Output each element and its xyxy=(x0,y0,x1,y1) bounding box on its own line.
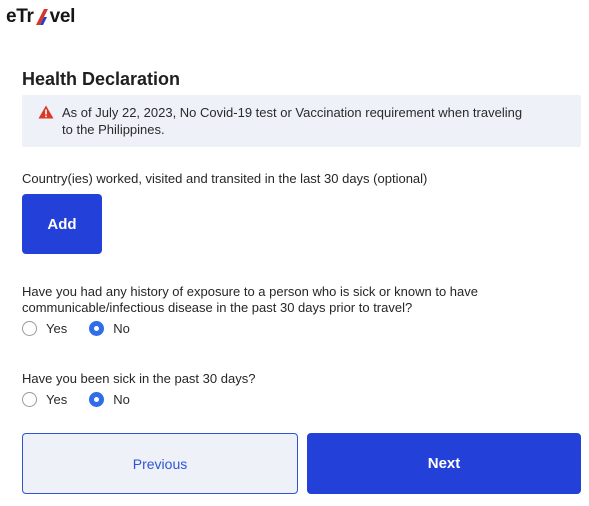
travel-alert: As of July 22, 2023, No Covid-19 test or… xyxy=(22,95,581,147)
countries-question: Country(ies) worked, visited and transit… xyxy=(22,171,428,186)
page-title: Health Declaration xyxy=(22,69,181,89)
add-country-button[interactable]: Add xyxy=(22,194,102,254)
exposure-yes-radio[interactable] xyxy=(22,321,37,336)
sick-question: Have you been sick in the past 30 days? xyxy=(22,371,256,386)
exposure-option-yes[interactable]: Yes xyxy=(22,321,67,336)
logo-text-start: eTr xyxy=(6,6,34,27)
exposure-option-no[interactable]: No xyxy=(89,321,130,336)
alert-text: As of July 22, 2023, No Covid-19 test or… xyxy=(62,105,523,137)
etravel-logo: eTr vel xyxy=(6,6,75,28)
exposure-yes-label: Yes xyxy=(46,321,68,336)
exposure-question: Have you had any history of exposure to … xyxy=(22,284,478,315)
sick-option-no[interactable]: No xyxy=(89,392,130,407)
sick-yes-radio[interactable] xyxy=(22,392,37,407)
warning-icon xyxy=(38,105,54,119)
next-button[interactable]: Next xyxy=(307,433,581,494)
previous-button[interactable]: Previous xyxy=(22,433,298,494)
sick-no-label: No xyxy=(113,392,130,407)
sick-option-yes[interactable]: Yes xyxy=(22,392,67,407)
sick-no-radio[interactable] xyxy=(89,392,105,407)
sick-yes-label: Yes xyxy=(46,392,68,407)
exposure-radio-group: Yes No xyxy=(22,321,152,336)
logo-mark xyxy=(35,7,49,27)
exposure-no-radio[interactable] xyxy=(89,321,105,336)
sick-radio-group: Yes No xyxy=(22,392,152,407)
logo-text-end: vel xyxy=(49,6,76,27)
exposure-no-label: No xyxy=(113,321,130,336)
